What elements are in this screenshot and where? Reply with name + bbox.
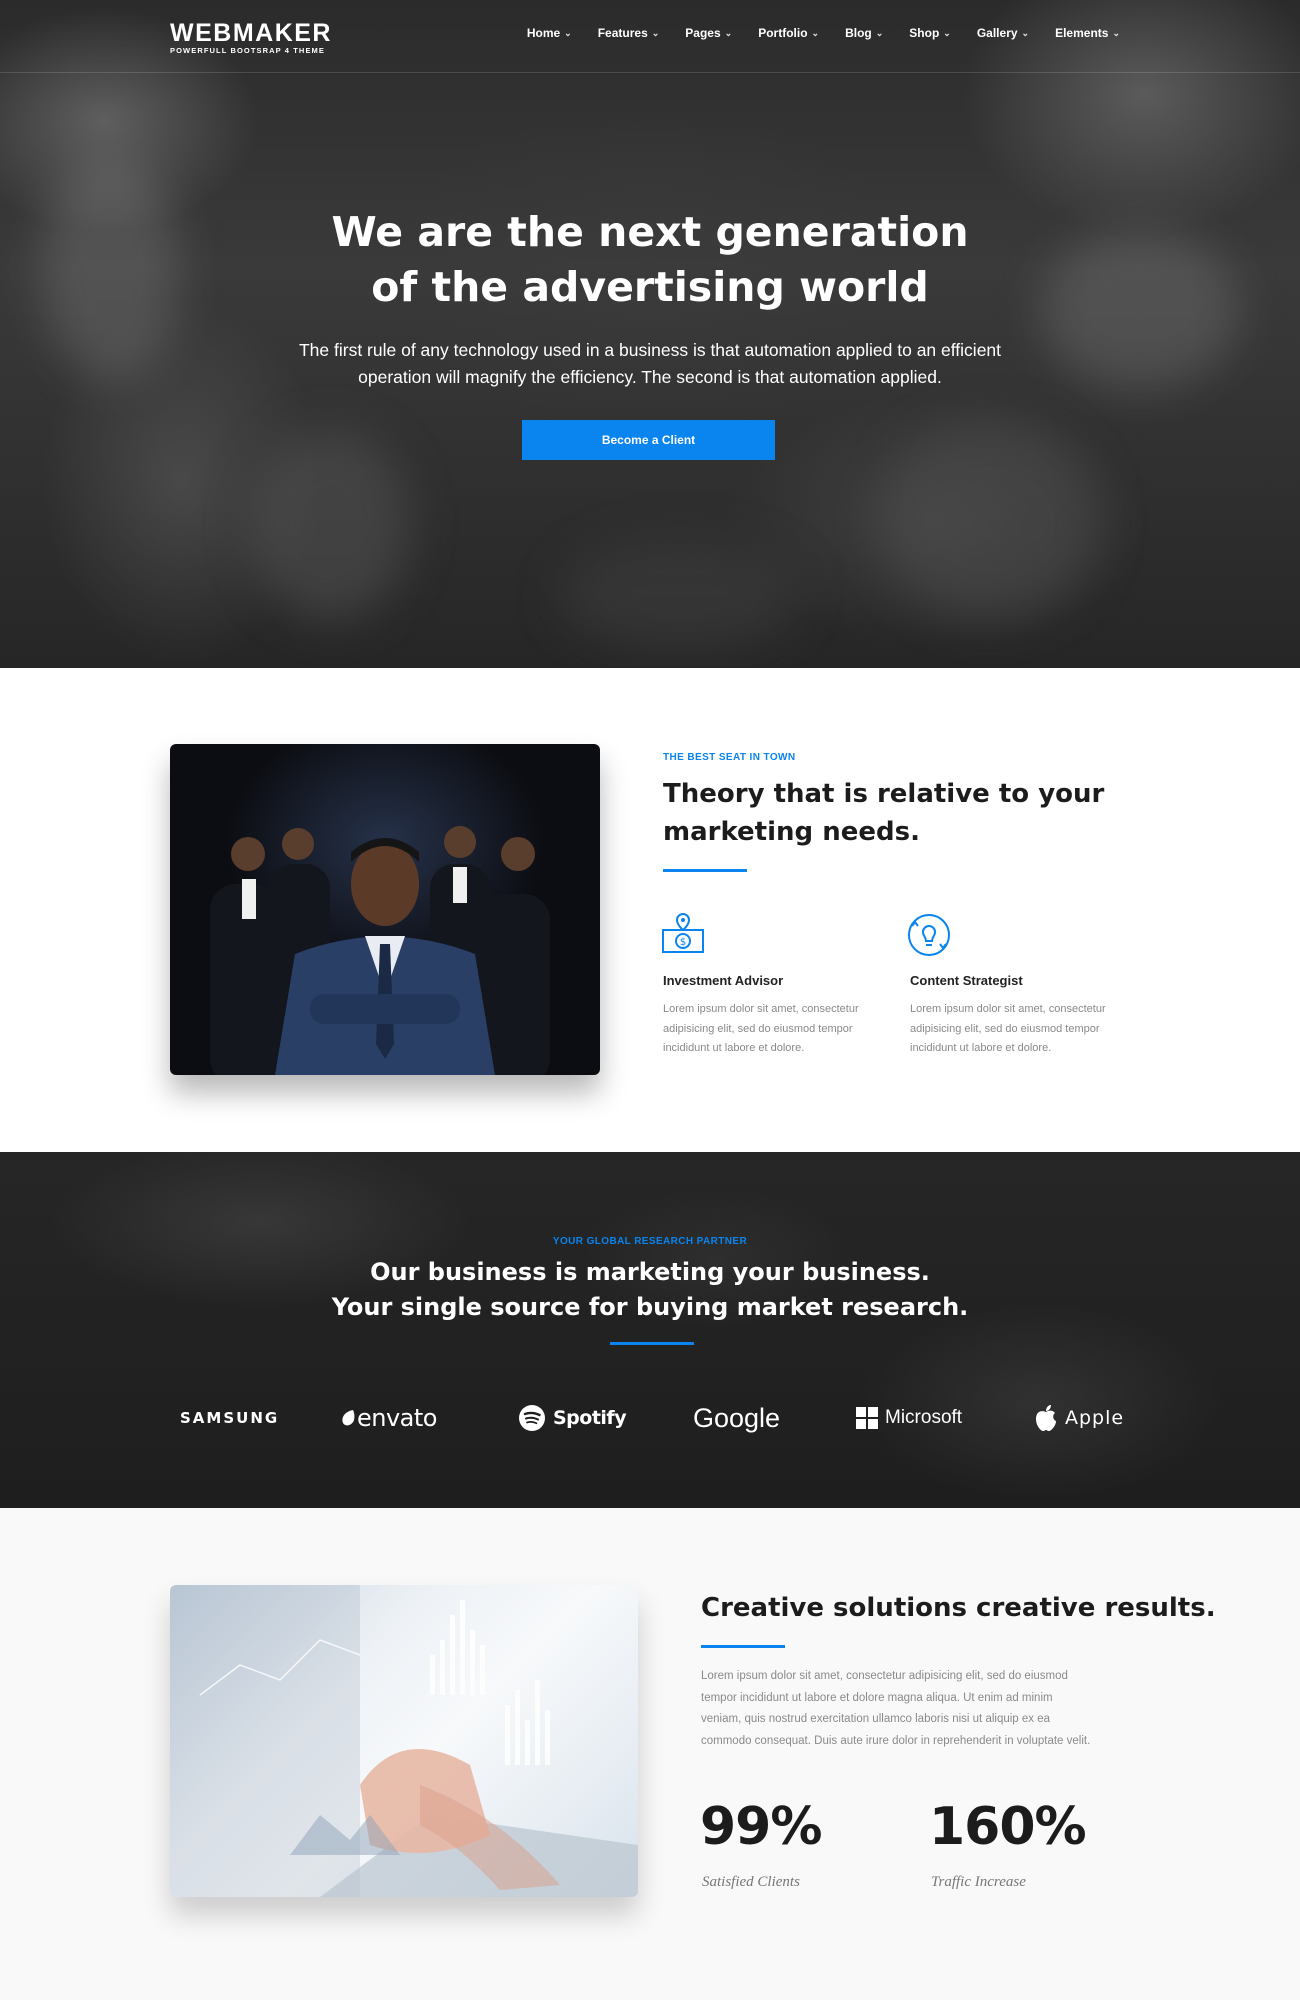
about-title: Theory that is relative to your marketin…	[663, 775, 1104, 851]
chevron-down-icon: ⌄	[1021, 27, 1030, 38]
feature-text-line: incididunt ut labore et dolore.	[910, 1042, 1052, 1054]
feature-text-line: adipisicing elit, sed do eiusmod tempor	[663, 1022, 853, 1035]
hero-title-line: of the advertising world	[371, 263, 929, 311]
nav-item-pages[interactable]: Pages ⌄	[685, 26, 732, 40]
partners-title: Our business is marketing your business.…	[0, 1255, 1300, 1325]
nav-item-features[interactable]: Features ⌄	[598, 26, 660, 40]
partners-eyebrow: YOUR GLOBAL RESEARCH PARTNER	[552, 1236, 748, 1247]
about-eyebrow: THE BEST SEAT IN TOWN	[663, 752, 796, 763]
chevron-down-icon: ⌄	[564, 27, 572, 38]
feature-text-line: incididunt ut labore et dolore.	[663, 1042, 805, 1054]
nav-label: Gallery	[976, 26, 1018, 40]
money-location-icon: $	[662, 912, 704, 953]
hero-subtitle: The first rule of any technology used in…	[0, 337, 1300, 391]
stat-value: 99%	[700, 1797, 822, 1857]
analytics-tablet-illustration	[170, 1585, 638, 1897]
results-text-line: commodo consequat. Duis aute irure dolor…	[701, 1734, 1091, 1747]
brand-name: Spotify	[553, 1407, 627, 1429]
logo-wordmark: WEBMAKER	[170, 19, 332, 47]
top-navbar: WEBMAKER POWERFULL BOOTSRAP 4 THEME Home…	[0, 0, 1300, 73]
brand-logo-microsoft[interactable]: Microsoft	[856, 1400, 962, 1436]
results-text-line: Lorem ipsum dolor sit amet, consectetur …	[701, 1670, 1068, 1682]
analytics-photo	[170, 1585, 638, 1897]
hero-subtitle-line: The first rule of any technology used in…	[298, 340, 1002, 360]
nav-label: Pages	[685, 26, 721, 40]
stat-label: Satisfied Clients	[702, 1874, 800, 1890]
nav-item-portfolio[interactable]: Portfolio ⌄	[758, 26, 819, 40]
lightbulb-icon	[908, 914, 950, 956]
results-body-text: Lorem ipsum dolor sit amet, consectetur …	[701, 1666, 1141, 1752]
hero-title: We are the next generation of the advert…	[0, 205, 1300, 315]
partners-title-line: Our business is marketing your business.	[370, 1258, 930, 1286]
feature-text-line: Lorem ipsum dolor sit amet, consectetur	[663, 1003, 859, 1015]
brand-name: Microsoft	[885, 1407, 963, 1428]
hero-subtitle-line: operation will magnify the efficiency. T…	[358, 367, 942, 387]
chevron-down-icon: ⌄	[724, 27, 733, 38]
chevron-down-icon: ⌄	[943, 27, 951, 38]
main-nav: Home ⌄ Features ⌄ Pages ⌄ Portfolio ⌄ Blog ⌄ …	[527, 26, 1120, 40]
about-title-line: Theory that is relative to your	[663, 779, 1105, 809]
results-text-line: tempor incididunt ut labore et dolore ma…	[701, 1691, 1053, 1704]
team-photo	[170, 744, 600, 1075]
business-team-illustration	[210, 826, 550, 1075]
nav-item-shop[interactable]: Shop ⌄	[909, 26, 951, 40]
hero-background-blur	[880, 420, 1100, 620]
brand-logo-google[interactable]: Google	[693, 1400, 780, 1436]
site-logo[interactable]: WEBMAKER POWERFULL BOOTSRAP 4 THEME	[170, 20, 332, 56]
spotify-icon	[519, 1405, 545, 1431]
brand-logo-spotify[interactable]: Spotify	[518, 1400, 627, 1436]
stat-value: 160%	[929, 1797, 1087, 1857]
about-title-underline	[663, 869, 747, 872]
brand-name: SAMSUNG	[180, 1409, 280, 1427]
about-title-line: marketing needs.	[663, 817, 920, 847]
logo-tagline: POWERFULL BOOTSRAP 4 THEME	[170, 46, 325, 55]
envato-leaf-icon	[342, 1410, 355, 1426]
nav-label: Features	[597, 26, 648, 40]
partners-section	[0, 1152, 1300, 1508]
results-title-underline	[701, 1645, 785, 1648]
nav-label: Blog	[845, 26, 872, 40]
feature-text: Lorem ipsum dolor sit amet, consectetur …	[910, 1000, 1130, 1059]
brand-logo-samsung[interactable]: SAMSUNG	[180, 1400, 279, 1436]
nav-label: Shop	[909, 26, 940, 40]
brand-name: Apple	[1065, 1407, 1125, 1429]
chevron-down-icon: ⌄	[811, 27, 820, 38]
stat-label: Traffic Increase	[931, 1874, 1026, 1890]
hero-title-line: We are the next generation	[331, 208, 969, 256]
nav-label: Home	[526, 26, 561, 40]
nav-item-gallery[interactable]: Gallery ⌄	[977, 26, 1029, 40]
microsoft-windows-icon	[856, 1407, 878, 1429]
hero-background-blur	[250, 430, 410, 620]
apple-icon	[1036, 1405, 1056, 1431]
chevron-down-icon: ⌄	[651, 27, 660, 38]
feature-title: Content Strategist	[910, 973, 1023, 988]
results-title: Creative solutions creative results.	[701, 1593, 1216, 1623]
feature-title: Investment Advisor	[663, 973, 784, 988]
results-text-line: veniam, quis nostrud exercitation ullamc…	[701, 1713, 1051, 1725]
chevron-down-icon: ⌄	[1112, 27, 1120, 38]
brand-logo-envato[interactable]: envato	[340, 1400, 437, 1436]
partners-title-underline	[610, 1342, 694, 1345]
nav-item-blog[interactable]: Blog ⌄	[845, 26, 883, 40]
hero-section: WEBMAKER POWERFULL BOOTSRAP 4 THEME Home…	[0, 0, 1300, 668]
nav-item-elements[interactable]: Elements ⌄	[1055, 26, 1120, 40]
svg-text:$: $	[680, 937, 686, 948]
chevron-down-icon: ⌄	[875, 27, 884, 38]
brand-name: envato	[357, 1404, 437, 1432]
brand-logo-apple[interactable]: Apple	[1034, 1400, 1124, 1436]
nav-label: Elements	[1055, 26, 1109, 40]
feature-text-line: Lorem ipsum dolor sit amet, consectetur	[910, 1003, 1106, 1015]
nav-item-home[interactable]: Home ⌄	[527, 26, 572, 40]
brand-name: Google	[693, 1402, 781, 1433]
feature-text-line: adipisicing elit, sed do eiusmod tempor	[910, 1022, 1100, 1035]
become-client-button[interactable]: Become a Client	[522, 420, 775, 460]
feature-text: Lorem ipsum dolor sit amet, consectetur …	[663, 1000, 883, 1059]
nav-label: Portfolio	[758, 26, 808, 40]
hero-background-blur	[560, 540, 800, 650]
partners-title-line: Your single source for buying market res…	[331, 1293, 969, 1321]
